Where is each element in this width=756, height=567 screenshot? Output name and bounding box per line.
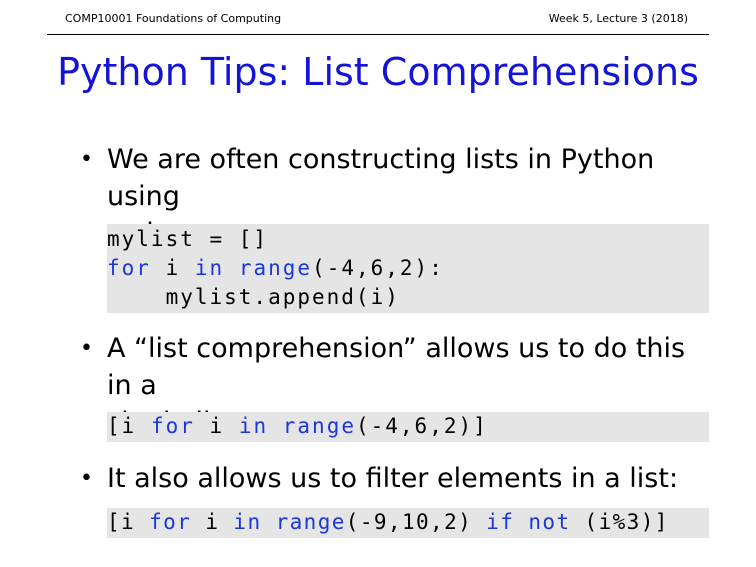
code-line: mylist.append(i) [107,285,400,309]
bullet-line: It also allows us to filter elements in … [107,463,679,494]
lecture-info: Week 5, Lecture 3 (2018) [548,12,688,25]
code-line: for i in range(-4,6,2): [107,256,444,280]
bullet-line: We are often constructing lists in Pytho… [107,144,655,212]
bullet-icon: • [80,466,93,491]
code-block-comprehension: [i for i in range(-4,6,2)] [107,412,709,442]
bullet-icon: • [80,147,93,172]
course-title: COMP10001 Foundations of Computing [65,12,282,25]
bullet-line: A “list comprehension” allows us to do t… [107,333,686,401]
code-line: mylist = [] [107,227,269,251]
code-block-for-loop: mylist = [] for i in range(-4,6,2): mylis… [107,224,709,313]
slide-title: Python Tips: List Comprehensions [57,50,699,94]
bullet-text: It also allows us to filter elements in … [107,460,707,497]
bullet-icon: • [80,336,93,361]
header-divider [47,34,709,35]
code-block-filter: [i for i in range(-9,10,2) if not (i%3)] [107,508,709,538]
